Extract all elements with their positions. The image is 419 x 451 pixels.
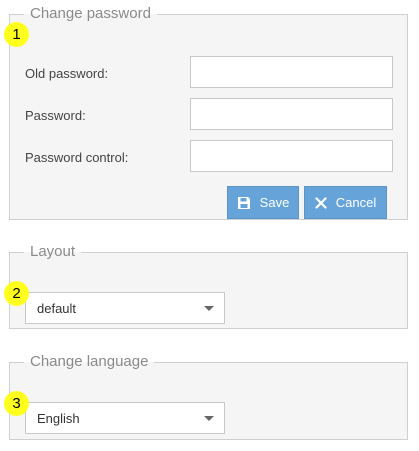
step-badge-3: 3 <box>4 391 29 416</box>
step-badge-1: 1 <box>4 22 29 47</box>
chevron-down-icon <box>204 416 214 421</box>
change-password-panel: Change password Old password: Password: … <box>9 5 408 220</box>
save-button[interactable]: Save <box>227 186 299 219</box>
step-badge-2: 2 <box>4 281 29 306</box>
chevron-down-icon <box>204 306 214 311</box>
password-label: Password: <box>25 108 86 123</box>
old-password-label: Old password: <box>25 66 109 81</box>
layout-legend: Layout <box>30 243 76 260</box>
password-control-input[interactable] <box>190 140 393 172</box>
cancel-button[interactable]: Cancel <box>304 186 387 219</box>
layout-selected-value: default <box>37 301 77 316</box>
floppy-disk-icon <box>237 196 251 210</box>
language-selected-value: English <box>37 411 80 426</box>
save-button-label: Save <box>259 195 290 210</box>
password-input[interactable] <box>190 98 393 130</box>
layout-panel: Layout default <box>9 243 408 329</box>
close-icon <box>315 196 327 209</box>
change-password-legend: Change password <box>30 5 151 22</box>
change-language-legend: Change language <box>30 353 149 370</box>
layout-select[interactable]: default <box>25 292 225 324</box>
old-password-input[interactable] <box>190 56 393 88</box>
cancel-button-label: Cancel <box>335 195 377 210</box>
language-select[interactable]: English <box>25 402 225 434</box>
change-language-panel: Change language English <box>9 353 408 440</box>
password-control-label: Password control: <box>25 150 129 165</box>
